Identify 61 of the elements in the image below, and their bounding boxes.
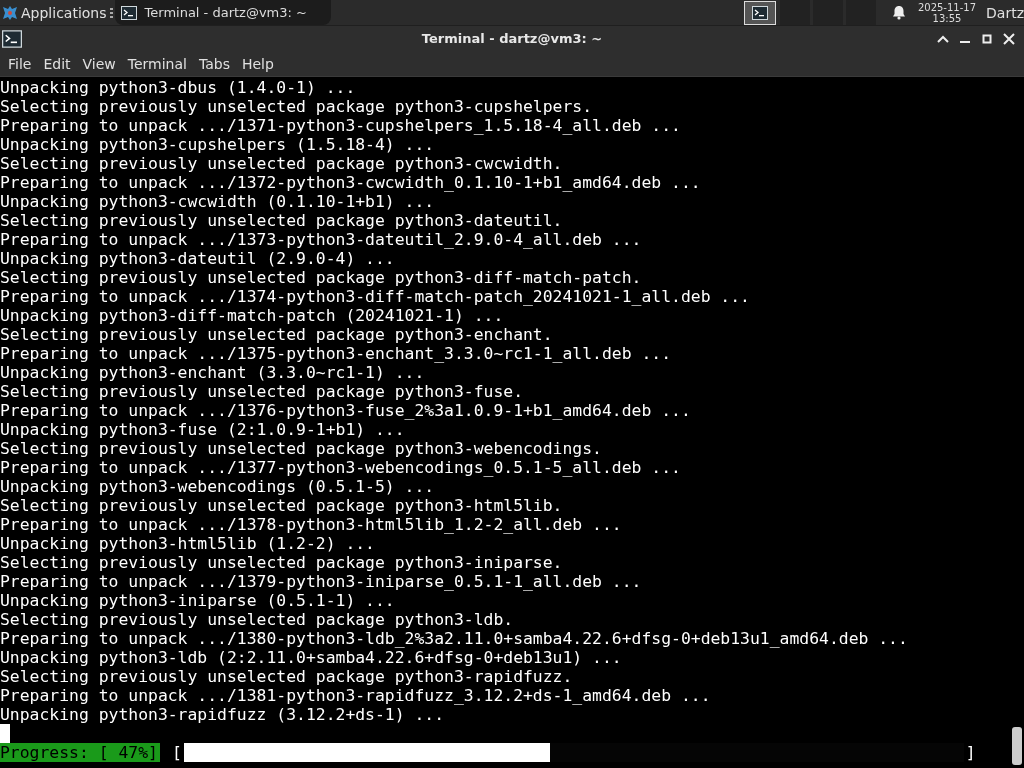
terminal-line: Unpacking python3-ldb (2:2.11.0+samba4.22.6+dfsg-0+deb13u1) ... (0, 648, 623, 667)
terminal-line: Preparing to unpack .../1378-python3-html5lib_1.2-2_all.deb ... (0, 515, 623, 534)
menu-item[interactable]: File (2, 55, 38, 72)
terminal-line: Preparing to unpack .../1381-python3-rapidfuzz_3.12.2+ds-1_amd64.deb ... (0, 686, 712, 705)
terminal-line: Preparing to unpack .../1375-python3-enchant_3.3.0~rc1-1_all.deb ... (0, 344, 673, 363)
terminal-line: Preparing to unpack .../1374-python3-diff-match-patch_20241021-1_all.deb ... (0, 287, 751, 306)
close-button[interactable] (1003, 32, 1015, 45)
terminal-line: Selecting previously unselected package python3-cupshelpers. (0, 97, 594, 116)
terminal-line: Selecting previously unselected package python3-dateutil. (0, 211, 564, 230)
terminal-line: Selecting previously unselected package python3-iniparse. (0, 553, 564, 572)
progress-bracket: ] (965, 743, 976, 762)
terminal-icon (751, 5, 768, 20)
terminal-line: Selecting previously unselected package python3-enchant. (0, 325, 554, 344)
terminal-line: Unpacking python3-fuse (2:1.0.9-1+b1) ... (0, 420, 406, 439)
applications-menu[interactable]: Applications (21, 4, 107, 21)
clock-time: 13:55 (932, 12, 962, 24)
terminal-line: Selecting previously unselected package python3-diff-match-patch. (0, 268, 643, 287)
terminal-line: Selecting previously unselected package python3-html5lib. (0, 496, 564, 515)
user-name[interactable]: Dartz (986, 4, 1024, 21)
window-menu-icon (2, 29, 22, 48)
menu-item[interactable]: Edit (37, 55, 77, 72)
menu-logo-icon[interactable] (2, 4, 18, 21)
terminal-line: Preparing to unpack .../1376-python3-fuse_2%3a1.0.9-1+b1_amd64.deb ... (0, 401, 692, 420)
terminal-line: Selecting previously unselected package python3-webencodings. (0, 439, 603, 458)
terminal-line: Unpacking python3-html5lib (1.2-2) ... (0, 534, 376, 553)
terminal-line: Preparing to unpack .../1380-python3-ldb_2%3a2.11.0+samba4.22.6+dfsg-0+deb13u1_amd64.deb ... (0, 629, 909, 648)
text-cursor (0, 724, 10, 743)
clock-date: 2025-11-17 (917, 1, 977, 13)
menu-item[interactable]: Help (235, 55, 280, 72)
panel-handle-icon (109, 7, 113, 18)
terminal-line: Preparing to unpack .../1373-python3-dateutil_2.9.0-4_all.deb ... (0, 230, 643, 249)
bell-icon[interactable] (891, 5, 906, 20)
progress-bracket: [ (171, 743, 182, 762)
terminal-line: Selecting previously unselected package python3-fuse. (0, 382, 524, 401)
scrollbar-thumb[interactable] (1012, 727, 1022, 765)
window-title: Terminal - dartz@vm3: ~ (421, 31, 603, 46)
terminal-line: Unpacking python3-cupshelpers (1.5.18-4) ... (0, 135, 436, 154)
terminal-line: Preparing to unpack .../1372-python3-cwcwidth_0.1.10-1+b1_amd64.deb ... (0, 173, 702, 192)
terminal-line: Selecting previously unselected package python3-cwcwidth. (0, 154, 564, 173)
progress-label: Progress: [ 47%] (0, 743, 160, 762)
terminal-line: Unpacking python3-dateutil (2.9.0-4) ... (0, 249, 396, 268)
terminal-line: Unpacking python3-iniparse (0.5.1-1) ... (0, 591, 396, 610)
terminal-line: Unpacking python3-enchant (3.3.0~rc1-1) ... (0, 363, 426, 382)
shade-button[interactable] (937, 34, 949, 43)
terminal-line: Preparing to unpack .../1377-python3-webencodings_0.5.1-5_all.deb ... (0, 458, 682, 477)
terminal-line: Selecting previously unselected package python3-rapidfuzz. (0, 667, 574, 686)
terminal-line: Unpacking python3-rapidfuzz (3.12.2+ds-1) ... (0, 705, 446, 724)
terminal-line: Unpacking python3-dbus (1.4.0-1) ... (0, 78, 357, 97)
terminal-line: Unpacking python3-diff-match-patch (20241021-1) ... (0, 306, 505, 325)
menu-item[interactable]: View (76, 55, 122, 72)
terminal-line: Selecting previously unselected package python3-ldb. (0, 610, 515, 629)
terminal-line: Preparing to unpack .../1379-python3-iniparse_0.5.1-1_all.deb ... (0, 572, 643, 591)
menu-item[interactable]: Tabs (192, 55, 236, 72)
taskbar-button[interactable]: Terminal - dartz@vm3: ~ (114, 0, 331, 25)
maximize-button[interactable] (982, 33, 992, 44)
terminal-line: Preparing to unpack .../1371-python3-cupshelpers_1.5.18-4_all.deb ... (0, 116, 682, 135)
terminal-line: Unpacking python3-webencodings (0.5.1-5) ... (0, 477, 436, 496)
terminal-icon (120, 5, 137, 20)
terminal-line: Unpacking python3-cwcwidth (0.1.10-1+b1) ... (0, 192, 436, 211)
launcher-button[interactable] (743, 0, 776, 25)
menu-item[interactable]: Terminal (121, 55, 193, 72)
